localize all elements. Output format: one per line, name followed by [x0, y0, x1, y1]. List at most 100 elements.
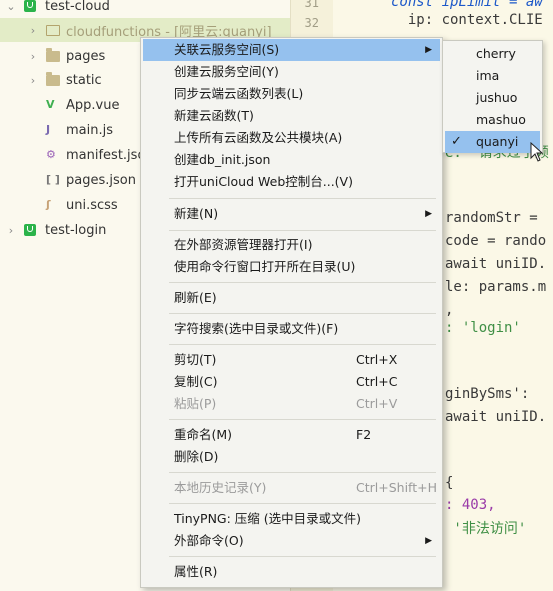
- menu-item-text-search[interactable]: 字符搜索(选中目录或文件)(F): [143, 318, 440, 340]
- menu-item-label: 新建(N): [174, 206, 219, 221]
- menu-item-label: 外部命令(O): [174, 533, 244, 548]
- submenu-item-label: cherry: [476, 46, 516, 61]
- menu-item-label: 本地历史记录(Y): [174, 480, 267, 495]
- code-line: await uniID.: [445, 409, 547, 425]
- menu-separator: [169, 230, 436, 231]
- submenu-item-mashuo[interactable]: mashuo: [445, 109, 540, 131]
- chevron-down-icon[interactable]: ⌄: [6, 0, 16, 13]
- menu-item-label: 属性(R): [174, 564, 218, 579]
- menu-item-label: 删除(D): [174, 449, 219, 464]
- menu-item-link-cloud-space[interactable]: 关联云服务空间(S) ▶: [143, 39, 440, 61]
- menu-item-label: 粘贴(P): [174, 396, 217, 411]
- menu-item-label: 关联云服务空间(S): [174, 42, 280, 57]
- submenu-item-label: quanyi: [476, 134, 519, 149]
- menu-item-rename[interactable]: 重命名(M) F2: [143, 424, 440, 446]
- menu-item-new[interactable]: 新建(N) ▶: [143, 203, 440, 225]
- menu-item-open-in-explorer[interactable]: 在外部资源管理器打开(I): [143, 234, 440, 256]
- menu-item-delete[interactable]: 删除(D): [143, 446, 440, 468]
- code-line: const ipLimit = aw: [391, 0, 543, 10]
- submenu-item-quanyi[interactable]: ✓ quanyi: [445, 131, 540, 153]
- mouse-cursor-icon: [530, 142, 544, 162]
- js-file-icon: J: [46, 123, 51, 136]
- menu-separator: [169, 556, 436, 557]
- submenu-item-cherry[interactable]: cherry: [445, 43, 540, 65]
- manifest-file-icon: ⚙: [46, 148, 56, 161]
- menu-item-cut[interactable]: 剪切(T) Ctrl+X: [143, 349, 440, 371]
- tree-item-label: pages: [66, 48, 106, 64]
- menu-item-open-web-console[interactable]: 打开uniCloud Web控制台...(V): [143, 171, 440, 193]
- folder-icon: [46, 72, 60, 87]
- submenu-item-label: ima: [476, 68, 500, 83]
- menu-item-paste: 粘贴(P) Ctrl+V: [143, 393, 440, 415]
- code-line: le: params.m: [445, 279, 547, 295]
- submenu-arrow-icon: ▶: [425, 209, 432, 219]
- submenu-arrow-icon: ▶: [425, 536, 432, 546]
- menu-item-label: 创建db_init.json: [174, 152, 271, 167]
- checkmark-icon: ✓: [451, 134, 462, 149]
- menu-item-copy[interactable]: 复制(C) Ctrl+C: [143, 371, 440, 393]
- code-line: : 'login': [445, 320, 521, 336]
- tree-item-label: test-login: [45, 222, 107, 238]
- code-line: ginBySms':: [445, 386, 530, 402]
- scss-file-icon: ʃ: [46, 198, 51, 211]
- submenu-item-jushuo[interactable]: jushuo: [445, 87, 540, 109]
- submenu-item-label: jushuo: [476, 90, 518, 105]
- menu-item-tinypng[interactable]: TinyPNG: 压缩 (选中目录或文件): [143, 508, 440, 530]
- menu-item-properties[interactable]: 属性(R): [143, 561, 440, 583]
- tree-item-label: pages.json: [66, 172, 136, 188]
- menu-separator: [169, 344, 436, 345]
- menu-item-label: 剪切(T): [174, 352, 217, 367]
- menu-item-label: 上传所有云函数及公共模块(A): [174, 130, 343, 145]
- menu-separator: [169, 472, 436, 473]
- code-line: : 403,: [445, 497, 496, 513]
- tree-item-test-cloud[interactable]: ⌄ test-cloud: [0, 0, 290, 18]
- menu-item-label: 创建云服务空间(Y): [174, 64, 279, 79]
- chevron-right-icon[interactable]: ›: [28, 74, 38, 87]
- menu-item-refresh[interactable]: 刷新(E): [143, 287, 440, 309]
- menu-item-create-cloud-space[interactable]: 创建云服务空间(Y): [143, 61, 440, 83]
- chevron-right-icon[interactable]: ›: [6, 224, 16, 237]
- menu-separator: [169, 282, 436, 283]
- submenu-arrow-icon: ▶: [425, 45, 432, 55]
- line-number: 31: [304, 0, 319, 10]
- menu-separator: [169, 419, 436, 420]
- menu-item-label: 同步云端云函数列表(L): [174, 86, 304, 101]
- menu-item-label: 打开uniCloud Web控制台...(V): [174, 174, 353, 189]
- menu-separator: [169, 313, 436, 314]
- menu-separator: [169, 198, 436, 199]
- menu-item-label: 新建云函数(T): [174, 108, 254, 123]
- code-line: randomStr =: [445, 210, 547, 226]
- tree-item-label: static: [66, 72, 102, 88]
- menu-item-shortcut: Ctrl+X: [356, 352, 398, 367]
- menu-item-new-cloud-function[interactable]: 新建云函数(T): [143, 105, 440, 127]
- line-number: 32: [304, 16, 319, 30]
- menu-item-external-commands[interactable]: 外部命令(O) ▶: [143, 530, 440, 552]
- cloud-space-submenu: cherry ima jushuo mashuo ✓ quanyi: [442, 40, 543, 153]
- code-line: ,: [445, 302, 454, 318]
- context-menu: 关联云服务空间(S) ▶ 创建云服务空间(Y) 同步云端云函数列表(L) 新建云…: [140, 37, 443, 588]
- menu-item-sync-cloud-functions[interactable]: 同步云端云函数列表(L): [143, 83, 440, 105]
- chevron-right-icon[interactable]: ›: [28, 24, 38, 37]
- menu-item-upload-all[interactable]: 上传所有云函数及公共模块(A): [143, 127, 440, 149]
- menu-item-label: 使用命令行窗口打开所在目录(U): [174, 259, 356, 274]
- menu-item-open-terminal[interactable]: 使用命令行窗口打开所在目录(U): [143, 256, 440, 278]
- menu-item-shortcut: Ctrl+C: [356, 374, 398, 389]
- json-file-icon: [ ]: [46, 173, 60, 186]
- code-line: '非法访问': [445, 521, 527, 537]
- chevron-right-icon[interactable]: ›: [28, 50, 38, 63]
- project-icon: [24, 223, 38, 237]
- menu-item-local-history: 本地历史记录(Y) Ctrl+Shift+H: [143, 477, 440, 499]
- code-line: {: [445, 475, 454, 491]
- folder-icon: [46, 48, 60, 63]
- code-line: code = rando: [445, 233, 547, 249]
- menu-item-create-db-init[interactable]: 创建db_init.json: [143, 149, 440, 171]
- vue-file-icon: V: [46, 98, 55, 111]
- menu-item-shortcut: Ctrl+Shift+H: [356, 480, 437, 495]
- menu-item-label: 刷新(E): [174, 290, 217, 305]
- code-line: ip: context.CLIE: [391, 12, 543, 28]
- submenu-item-ima[interactable]: ima: [445, 65, 540, 87]
- menu-item-label: 复制(C): [174, 374, 218, 389]
- menu-item-shortcut: F2: [356, 427, 372, 442]
- tree-item-label: test-cloud: [45, 0, 110, 14]
- cloud-folder-icon: [46, 23, 60, 37]
